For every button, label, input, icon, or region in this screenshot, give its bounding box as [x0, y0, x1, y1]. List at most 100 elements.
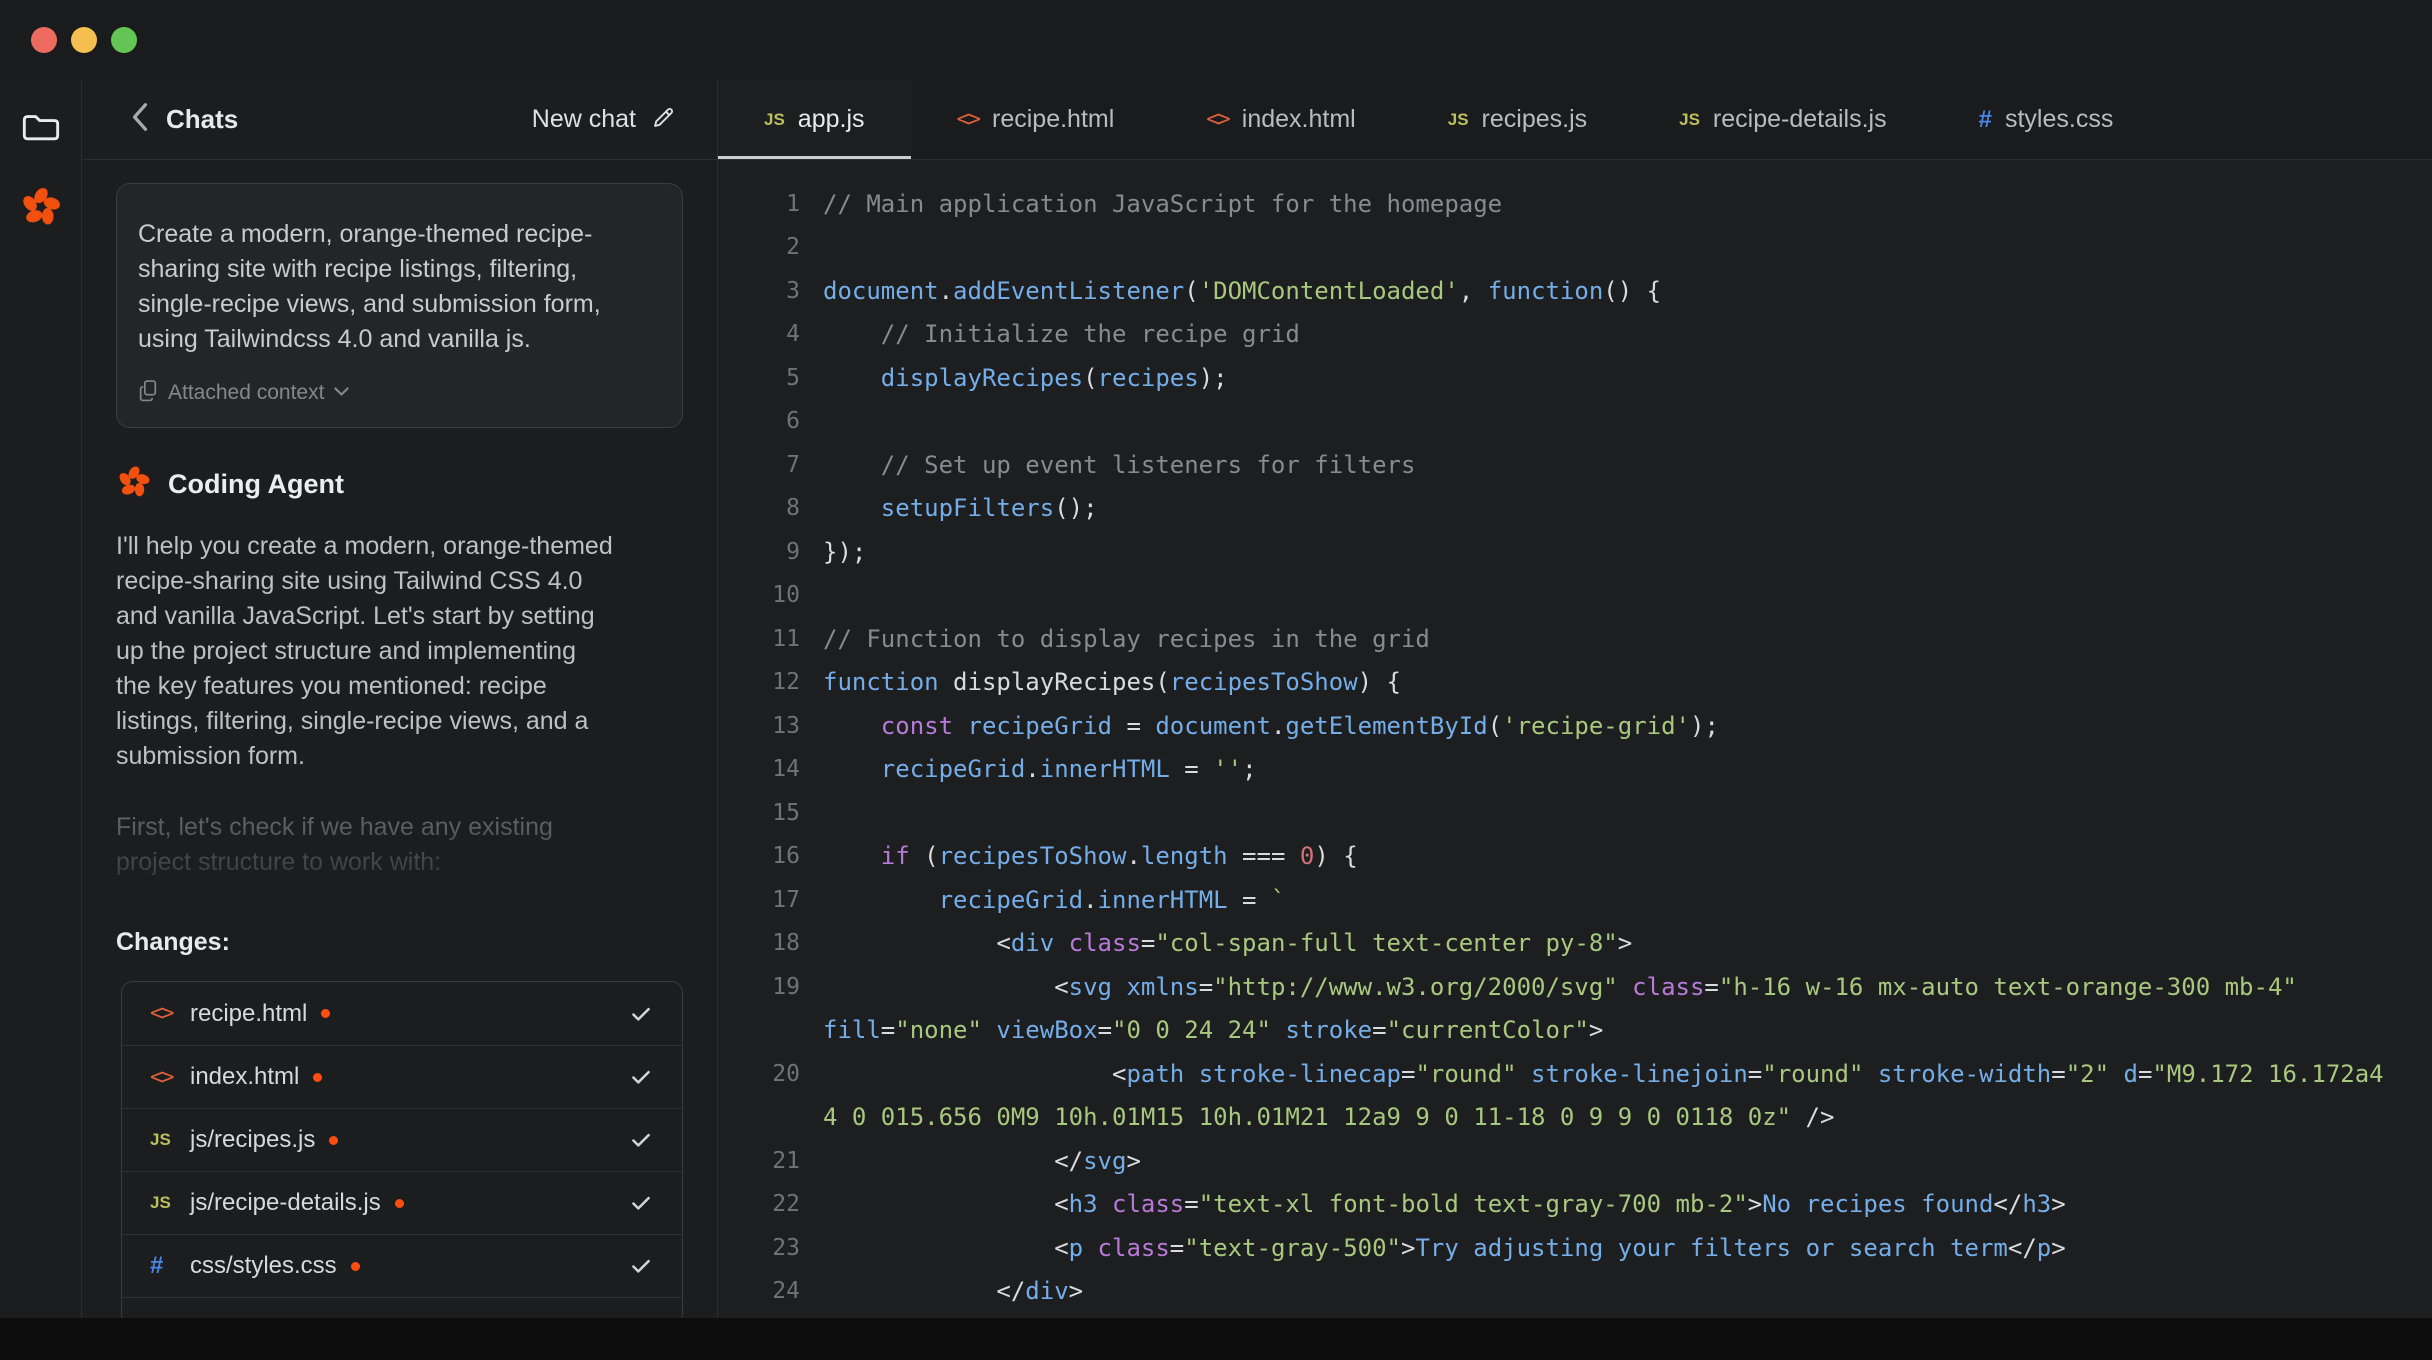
line-number: 22: [772, 1191, 800, 1218]
chat-scroll-area[interactable]: Create a modern, orange-themed recipe- s…: [82, 160, 717, 1318]
code-text: const recipeGrid = document.getElementBy…: [880, 711, 1719, 740]
code-line: 5 displayRecipes(recipes);: [718, 356, 2432, 400]
copy-pages-icon: [138, 379, 159, 407]
chat-panel-header: Chats New chat: [82, 80, 717, 160]
tab-index.html[interactable]: <> index.html: [1160, 80, 1401, 159]
code-line: 2: [718, 226, 2432, 270]
chat-panel: Chats New chat Create a modern, orange-t…: [82, 80, 718, 1318]
code-editor[interactable]: 1 // Main application JavaScript for the …: [718, 160, 2432, 1318]
line-number: 24: [772, 1278, 800, 1305]
tab-recipes.js[interactable]: JS recipes.js: [1402, 80, 1633, 159]
tab-label: recipes.js: [1481, 105, 1588, 133]
user-message-text: Create a modern, orange-themed recipe- s…: [138, 220, 601, 353]
tab-label: recipe-details.js: [1712, 105, 1887, 133]
css-file-icon: #: [150, 1252, 164, 1279]
changed-file-row[interactable]: JS js/recipes.js: [122, 1108, 682, 1171]
close-window-button[interactable]: [31, 27, 57, 53]
attached-context-toggle[interactable]: Attached context: [138, 379, 656, 407]
line-number: 15: [772, 799, 800, 826]
line-number: 7: [786, 451, 800, 478]
line-number: 17: [772, 886, 800, 913]
keep-change-check-icon[interactable]: [628, 1064, 654, 1090]
changed-file-row[interactable]: JS js/recipe-details.js: [122, 1171, 682, 1234]
changed-file-row[interactable]: [122, 1297, 682, 1318]
line-number: 1: [786, 190, 800, 217]
app-window: Chats New chat Create a modern, orange-t…: [0, 0, 2432, 1318]
tab-recipe.html[interactable]: <> recipe.html: [911, 80, 1161, 159]
line-number: 16: [772, 843, 800, 870]
agent-flower-icon: [19, 185, 63, 234]
keep-change-check-icon[interactable]: [628, 1253, 654, 1279]
code-text: recipeGrid.innerHTML = `: [938, 885, 1286, 914]
js-file-icon: JS: [1679, 109, 1700, 129]
code-text: // Set up event listeners for filters: [880, 450, 1416, 479]
code-line: 14 recipeGrid.innerHTML = '';: [718, 748, 2432, 792]
code-text: setupFilters();: [880, 494, 1098, 523]
keep-change-check-icon[interactable]: [628, 1127, 654, 1153]
coding-agent-panel-button[interactable]: [19, 187, 63, 231]
tab-styles.css[interactable]: # styles.css: [1933, 80, 2160, 159]
code-text: // Function to display recipes in the gr…: [823, 624, 1430, 653]
code-line: 24 </div>: [718, 1270, 2432, 1314]
tab-recipe-details.js[interactable]: JS recipe-details.js: [1633, 80, 1932, 159]
back-to-chats-button[interactable]: Chats: [130, 102, 238, 137]
code-line: 16 if (recipesToShow.length === 0) {: [718, 835, 2432, 879]
code-line: 13 const recipeGrid = document.getElemen…: [718, 704, 2432, 748]
line-number: 13: [772, 712, 800, 739]
code-line: 23 <p class="text-gray-500">Try adjustin…: [718, 1226, 2432, 1270]
code-text: if (recipesToShow.length === 0) {: [880, 842, 1358, 871]
new-chat-button[interactable]: New chat: [532, 104, 677, 136]
code-line: 12 function displayRecipes(recipesToShow)…: [718, 661, 2432, 705]
code-line: 15: [718, 791, 2432, 835]
tab-app.js[interactable]: JS app.js: [718, 80, 911, 159]
modified-dot: [329, 1135, 339, 1145]
line-number: 18: [772, 930, 800, 957]
project-files-button[interactable]: [19, 106, 63, 150]
code-line: 4 // Initialize the recipe grid: [718, 313, 2432, 357]
line-number: 2: [786, 234, 800, 261]
line-number: 8: [786, 495, 800, 522]
changed-file-row[interactable]: # css/styles.css: [122, 1234, 682, 1297]
changed-file-name: css/styles.css: [190, 1252, 337, 1279]
code-text: <p class="text-gray-500">Try adjusting y…: [823, 1233, 2066, 1262]
code-line: 19 <svg xmlns="http://www.w3.org/2000/sv…: [718, 965, 2432, 1009]
tab-label: recipe.html: [992, 105, 1115, 133]
tab-label: styles.css: [2004, 105, 2114, 133]
changed-file-row[interactable]: <> index.html: [122, 1045, 682, 1108]
code-line: 11 // Function to display recipes in the …: [718, 617, 2432, 661]
chevron-down-icon: [333, 384, 350, 402]
changed-file-name: index.html: [190, 1063, 300, 1090]
code-line: 17 recipeGrid.innerHTML = `: [718, 878, 2432, 922]
line-number: 14: [772, 756, 800, 783]
folder-icon: [21, 109, 61, 148]
keep-change-check-icon[interactable]: [628, 1001, 654, 1027]
code-line: 4 0 015.656 0M9 10h.01M15 10h.01M21 12a9…: [718, 1096, 2432, 1140]
modified-dot: [313, 1072, 323, 1082]
agent-flower-icon: [116, 464, 152, 505]
changes-heading: Changes:: [116, 928, 230, 956]
changed-file-row[interactable]: <> recipe.html: [122, 982, 682, 1045]
editor-pane: JS app.js <> recipe.html <> index.html JS recip…: [718, 80, 2432, 1318]
code-line: 22 <h3 class="text-xl font-bold text-gra…: [718, 1183, 2432, 1227]
css-file-icon: #: [1978, 105, 1992, 133]
line-number: 3: [786, 277, 800, 304]
modified-dot: [350, 1261, 360, 1271]
code-line: 7 // Set up event listeners for filters: [718, 443, 2432, 487]
code-text: // Initialize the recipe grid: [880, 320, 1300, 349]
code-text: recipeGrid.innerHTML = '';: [880, 755, 1257, 784]
code-line: 21 </svg>: [718, 1139, 2432, 1183]
keep-change-check-icon[interactable]: [628, 1190, 654, 1216]
agent-response-text: I'll help you create a modern, orange-th…: [116, 532, 613, 770]
maximize-window-button[interactable]: [111, 27, 137, 53]
html-file-icon: <>: [150, 1064, 174, 1090]
js-file-icon: JS: [1447, 109, 1469, 129]
code-line: 6: [718, 400, 2432, 444]
code-text: </div>: [823, 1277, 1084, 1306]
code-line: 20 <path stroke-linecap="round" stroke-l…: [718, 1052, 2432, 1096]
title-bar: [0, 0, 2432, 80]
minimize-window-button[interactable]: [71, 27, 97, 53]
modified-dot: [321, 1009, 331, 1018]
js-file-icon: JS: [150, 1130, 171, 1149]
code-line: 18 <div class="col-span-full text-center…: [718, 922, 2432, 966]
code-line: 10: [718, 574, 2432, 618]
